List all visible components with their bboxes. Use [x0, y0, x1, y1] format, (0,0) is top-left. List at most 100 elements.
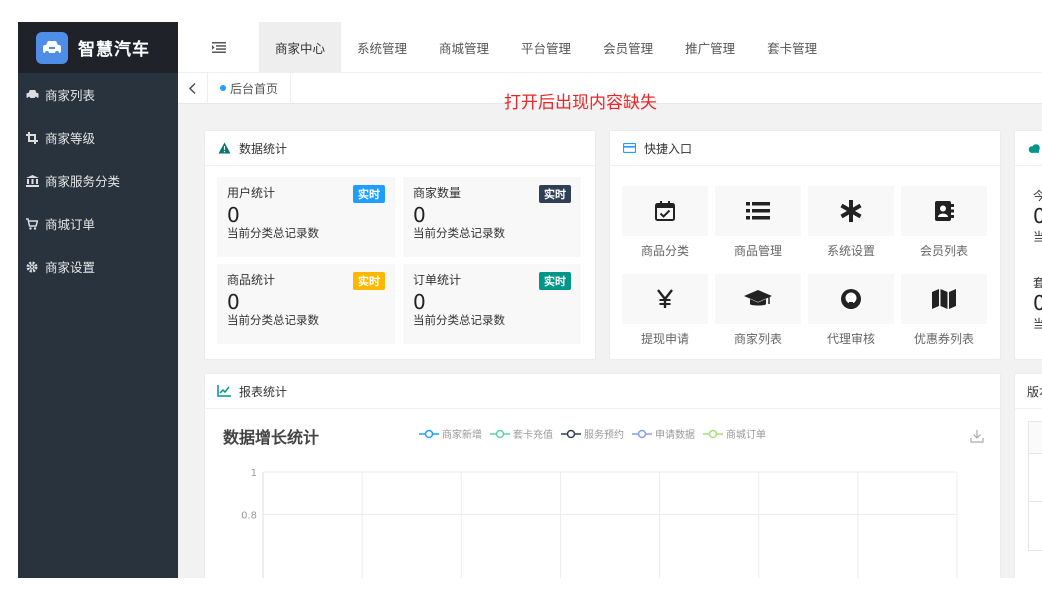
- car-logo-icon: [36, 31, 68, 64]
- realtime-badge: 实时: [353, 185, 385, 203]
- legend-item[interactable]: 商家新增: [419, 426, 482, 441]
- y-tick-label: 1: [251, 468, 257, 479]
- map-icon: [932, 289, 956, 309]
- quick-label: 商品分类: [640, 244, 689, 258]
- top-nav: 商家中心 系统管理 商城管理 平台管理 会员管理 推广管理 套卡管理: [178, 22, 1042, 73]
- stat-label: 商品统计: [227, 273, 276, 287]
- quick-tile: [901, 186, 987, 236]
- quick-withdraw-apply[interactable]: 提现申请: [622, 274, 708, 354]
- tab-back-button[interactable]: [178, 72, 208, 104]
- quick-agent-review[interactable]: 代理审核: [808, 274, 894, 354]
- partial-value: 0: [1033, 291, 1042, 315]
- sidebar-item-label: 商家列表: [45, 88, 96, 103]
- sidebar-item-service-category[interactable]: 商家服务分类: [18, 159, 178, 202]
- tab-card-management[interactable]: 套卡管理: [751, 22, 833, 72]
- quick-label: 提现申请: [640, 332, 689, 346]
- chart-title: 数据增长统计: [223, 428, 320, 447]
- download-button[interactable]: [970, 428, 984, 447]
- partial-label: 套: [1033, 274, 1042, 291]
- card-title: 快捷入口: [644, 141, 693, 156]
- tab-platform-management[interactable]: 平台管理: [505, 22, 587, 72]
- stat-sub: 当前分类总记录数: [227, 313, 319, 327]
- legend-marker-icon: [632, 429, 652, 438]
- tab-mall-management[interactable]: 商城管理: [423, 22, 505, 72]
- tab-system-management[interactable]: 系统管理: [341, 22, 423, 72]
- stat-value: 0: [227, 290, 240, 314]
- legend-label: 商城订单: [726, 430, 766, 441]
- stat-value: 0: [413, 290, 426, 314]
- legend-marker-icon: [490, 429, 510, 438]
- partial-sub: 当: [1033, 228, 1042, 245]
- legend-marker-icon: [561, 429, 581, 438]
- quick-entry-card: 快捷入口 商品分类 商品管理 系统设置 会员列表 提现申请 商家列表 代理审核 …: [609, 130, 1001, 360]
- gear-icon: [25, 260, 39, 274]
- brand[interactable]: 智慧汽车: [18, 22, 178, 73]
- quick-member-list[interactable]: 会员列表: [901, 186, 987, 266]
- legend-marker-icon: [703, 429, 723, 438]
- list-icon: [746, 202, 770, 220]
- quick-merchant-list[interactable]: 商家列表: [715, 274, 801, 354]
- tab-promotion-management[interactable]: 推广管理: [669, 22, 751, 72]
- warning-icon: [217, 141, 231, 155]
- realtime-badge: 实时: [539, 185, 571, 203]
- stat-user-count: 用户统计 实时 0 当前分类总记录数: [217, 177, 395, 257]
- bank-icon: [25, 174, 39, 188]
- quick-coupon-list[interactable]: 优惠券列表: [901, 274, 987, 354]
- card-header: 数据统计: [205, 131, 595, 166]
- legend-marker-icon: [419, 429, 439, 438]
- quick-product-management[interactable]: 商品管理: [715, 186, 801, 266]
- menu-toggle-button[interactable]: [178, 22, 259, 72]
- sidebar-item-merchant-list[interactable]: 商家列表: [18, 73, 178, 116]
- cloud-icon: [1027, 141, 1041, 155]
- quick-product-category[interactable]: 商品分类: [622, 186, 708, 266]
- stat-sub: 当前分类总记录数: [413, 313, 505, 327]
- indent-icon: [211, 41, 226, 53]
- chevron-left-icon: [189, 82, 196, 94]
- quick-tile: [808, 274, 894, 324]
- graduation-cap-icon: [744, 290, 772, 306]
- sidebar-item-label: 商家等级: [45, 131, 96, 146]
- quick-tile: [622, 274, 708, 324]
- address-book-icon: [935, 201, 954, 221]
- page-tab-home[interactable]: 后台首页: [208, 72, 292, 104]
- legend-item[interactable]: 商城订单: [703, 426, 766, 441]
- quick-tile: [622, 186, 708, 236]
- legend-item[interactable]: 套卡充值: [490, 426, 553, 441]
- sidebar-item-label: 商家设置: [45, 260, 96, 275]
- partial-label: 今: [1033, 187, 1042, 204]
- sidebar-item-label: 商家服务分类: [45, 174, 121, 189]
- card-title: 报表统计: [239, 384, 288, 399]
- partial-sub: 当: [1033, 315, 1042, 332]
- stat-value: 0: [413, 203, 426, 227]
- version-table: [1028, 421, 1042, 551]
- calendar-check-icon: [655, 201, 675, 221]
- quick-label: 商品管理: [733, 244, 782, 258]
- legend-item[interactable]: 服务预约: [561, 426, 624, 441]
- legend-item[interactable]: 申请数据: [632, 426, 695, 441]
- crop-icon: [25, 131, 39, 145]
- line-chart-icon: [217, 384, 231, 398]
- stat-label: 用户统计: [227, 186, 276, 200]
- realtime-badge: 实时: [353, 272, 385, 290]
- sidebar-item-merchant-level[interactable]: 商家等级: [18, 116, 178, 159]
- quick-system-settings[interactable]: 系统设置: [808, 186, 894, 266]
- tab-merchant-center[interactable]: 商家中心: [259, 22, 342, 72]
- stat-label: 商家数量: [413, 186, 462, 200]
- quick-tile: [901, 274, 987, 324]
- chart-legend: 商家新增 套卡充值 服务预约 申请数据 商城订单: [419, 426, 774, 441]
- active-dot-icon: [220, 85, 226, 91]
- credit-card-icon: [622, 141, 636, 155]
- sidebar-item-mall-orders[interactable]: 商城订单: [18, 202, 178, 245]
- card-header: 快捷入口: [610, 131, 1000, 166]
- page-tab-label: 后台首页: [230, 81, 279, 96]
- sidebar-item-merchant-settings[interactable]: 商家设置: [18, 245, 178, 288]
- quick-label: 优惠券列表: [913, 332, 974, 346]
- brand-title: 智慧汽车: [78, 40, 150, 60]
- card-title: 数据统计: [239, 141, 288, 156]
- stat-merchant-count: 商家数量 实时 0 当前分类总记录数: [403, 177, 581, 257]
- right-partial-card: 今 0 当 套 0 当: [1014, 130, 1042, 360]
- quick-label: 代理审核: [826, 332, 875, 346]
- report-card: 报表统计 数据增长统计 商家新增 套卡充值 服务预约 申请数据 商城订单 1 0.8: [204, 373, 1001, 578]
- stat-value: 0: [227, 203, 240, 227]
- tab-member-management[interactable]: 会员管理: [587, 22, 669, 72]
